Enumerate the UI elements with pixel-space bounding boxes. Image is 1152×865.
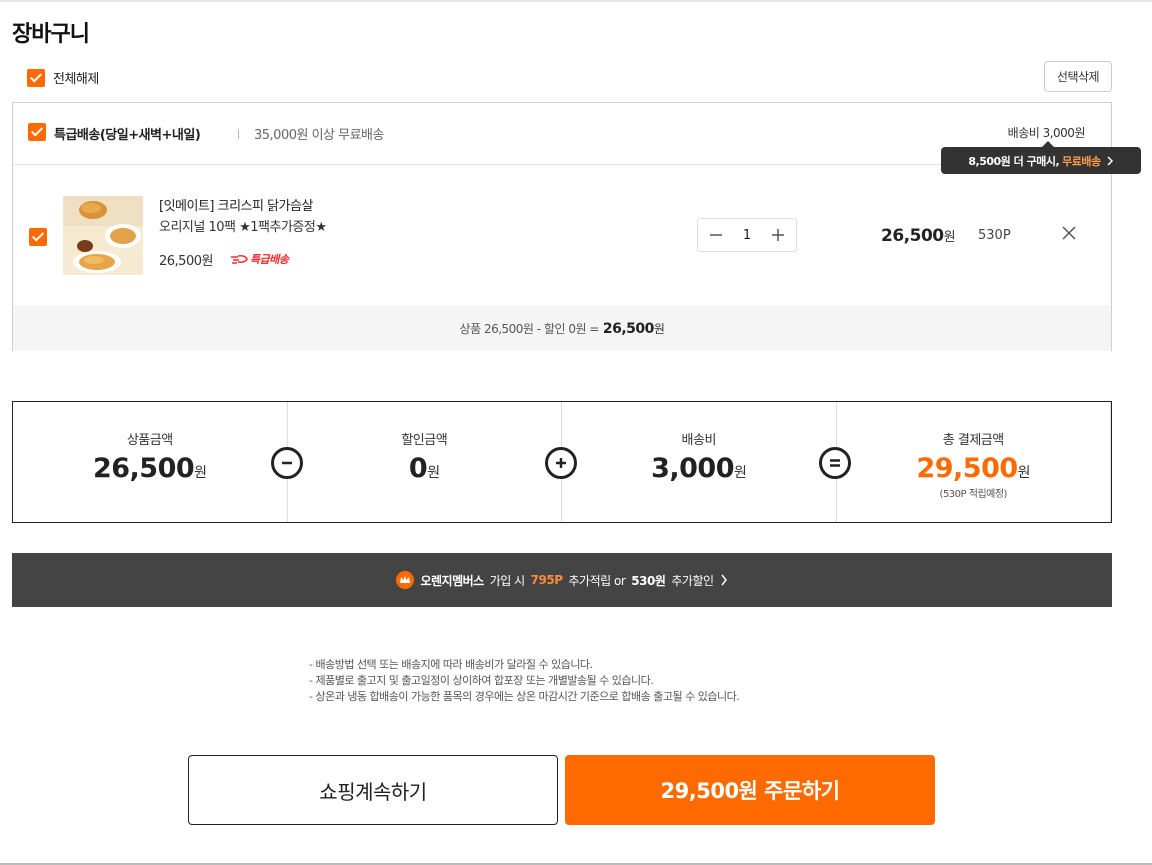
minus-operator-icon — [271, 447, 303, 479]
group-name: 특급배송(당일+새벽+내일) — [54, 128, 201, 143]
promo-text-1: 가입 시 — [489, 573, 525, 588]
shipping-amount-value: 3,000 — [651, 453, 734, 484]
item-line-total: 26,500원 — [881, 226, 956, 246]
item-line-total-value: 26,500 — [881, 226, 944, 246]
discount-amount-unit: 원 — [427, 465, 440, 481]
note-item: - 상온과 냉동 합배송이 가능한 품목의 경우에는 상온 마감시간 기준으로 … — [309, 690, 740, 703]
item-option: 오리지널 10팩 ★1팩추가증정★ — [159, 220, 327, 235]
plus-icon — [772, 229, 784, 241]
group-shipping-fee: 배송비 3,000원 — [1007, 126, 1086, 140]
item-unit-price: 26,500원 — [159, 254, 213, 269]
group-summary-text: 상품 26,500원 - 할인 0원 = — [459, 321, 600, 336]
group-summary: 상품 26,500원 - 할인 0원 = 26,500원 — [13, 305, 1111, 351]
cart-item: [잇메이트] 크리스피 닭가슴살 오리지널 10팩 ★1팩추가증정★ 26,50… — [13, 165, 1111, 305]
grand-total-points-note: (530P 적립예정) — [939, 489, 1008, 500]
promo-discount: 530원 — [631, 573, 666, 588]
crown-icon — [396, 571, 415, 589]
grand-total-unit: 원 — [1017, 465, 1031, 481]
shipping-amount-label: 배송비 — [681, 433, 717, 448]
product-amount-unit: 원 — [194, 465, 207, 481]
grand-total-value: 29,500 — [916, 453, 1018, 484]
item-points: 530P — [978, 228, 1011, 243]
continue-shopping-button[interactable]: 쇼핑계속하기 — [188, 755, 558, 825]
express-badge: 특급배송 — [230, 251, 289, 267]
select-all-label: 전체해제 — [53, 72, 99, 87]
grand-total-label: 총 결제금액 — [942, 433, 1004, 448]
express-badge-label: 특급배송 — [250, 253, 289, 266]
promo-brand: 오렌지멤버스 — [420, 573, 484, 588]
quantity-value[interactable]: 1 — [743, 228, 751, 243]
express-truck-icon — [231, 255, 248, 264]
remove-item-button[interactable] — [1060, 224, 1078, 242]
tooltip-highlight: 무료배송 — [1062, 154, 1101, 168]
item-title[interactable]: [잇메이트] 크리스피 닭가슴살 — [159, 195, 313, 214]
free-shipping-tooltip[interactable]: 8,500원 더 구매시, 무료배송 — [941, 141, 1141, 174]
tooltip-text: 8,500원 더 구매시, — [968, 154, 1060, 168]
discount-amount-cell: 할인금액 0원 — [288, 402, 562, 522]
note-item: - 배송방법 선택 또는 배송지에 따라 배송비가 달라질 수 있습니다. — [309, 658, 593, 671]
group-checkbox[interactable] — [28, 123, 46, 141]
minus-icon — [710, 234, 722, 236]
note-item: - 제품별로 출고지 및 출고일정이 상이하여 합포장 또는 개별발송될 수 있… — [309, 674, 654, 687]
plus-operator-icon — [545, 447, 577, 479]
cart-group: 특급배송(당일+새벽+내일) 35,000원 이상 무료배송 배송비 3,000… — [12, 102, 1112, 351]
delete-selected-button[interactable]: 선택삭제 — [1044, 61, 1112, 92]
place-order-button[interactable]: 29,500원 주문하기 — [565, 755, 935, 825]
food-photo-icon[interactable] — [63, 196, 143, 275]
item-checkbox[interactable] — [29, 228, 47, 246]
equals-operator-icon — [819, 447, 851, 479]
promo-text-2: 추가적립 or — [568, 573, 626, 588]
group-separator — [238, 129, 239, 139]
promo-points: 795P — [530, 573, 563, 587]
free-shipping-condition: 35,000원 이상 무료배송 — [254, 128, 384, 143]
product-amount-cell: 상품금액 26,500원 — [13, 402, 288, 522]
product-amount-value: 26,500 — [92, 453, 195, 484]
discount-amount-value: 0 — [408, 453, 428, 484]
group-summary-unit: 원 — [653, 321, 665, 336]
item-line-total-unit: 원 — [943, 230, 956, 245]
order-totals: 상품금액 26,500원 할인금액 0원 배송비 3,000원 총 결제금액 2… — [12, 401, 1112, 523]
membership-promo-banner[interactable]: 오렌지멤버스 가입 시 795P 추가적립 or 530원 추가할인 — [12, 553, 1112, 607]
shipping-notes: - 배송방법 선택 또는 배송지에 따라 배송비가 달라질 수 있습니다. - … — [309, 657, 740, 705]
select-all-checkbox[interactable] — [27, 68, 45, 87]
select-all-toggle[interactable]: 전체해제 — [27, 68, 99, 87]
grand-total-cell: 총 결제금액 29,500원 (530P 적립예정) — [837, 402, 1111, 522]
page-title: 장바구니 — [12, 22, 90, 47]
discount-amount-label: 할인금액 — [401, 433, 448, 448]
chevron-right-icon — [1107, 155, 1113, 166]
chevron-right-icon — [720, 574, 727, 586]
quantity-stepper: 1 — [697, 218, 797, 252]
shipping-amount-cell: 배송비 3,000원 — [562, 402, 837, 522]
top-divider — [0, 0, 1152, 2]
shipping-amount-unit: 원 — [734, 465, 747, 481]
close-icon — [1062, 226, 1076, 240]
promo-text-3: 추가할인 — [671, 573, 714, 588]
product-amount-label: 상품금액 — [126, 433, 173, 448]
increase-quantity-button[interactable] — [768, 225, 788, 245]
decrease-quantity-button[interactable] — [706, 225, 726, 245]
group-summary-total: 26,500 — [602, 320, 655, 337]
